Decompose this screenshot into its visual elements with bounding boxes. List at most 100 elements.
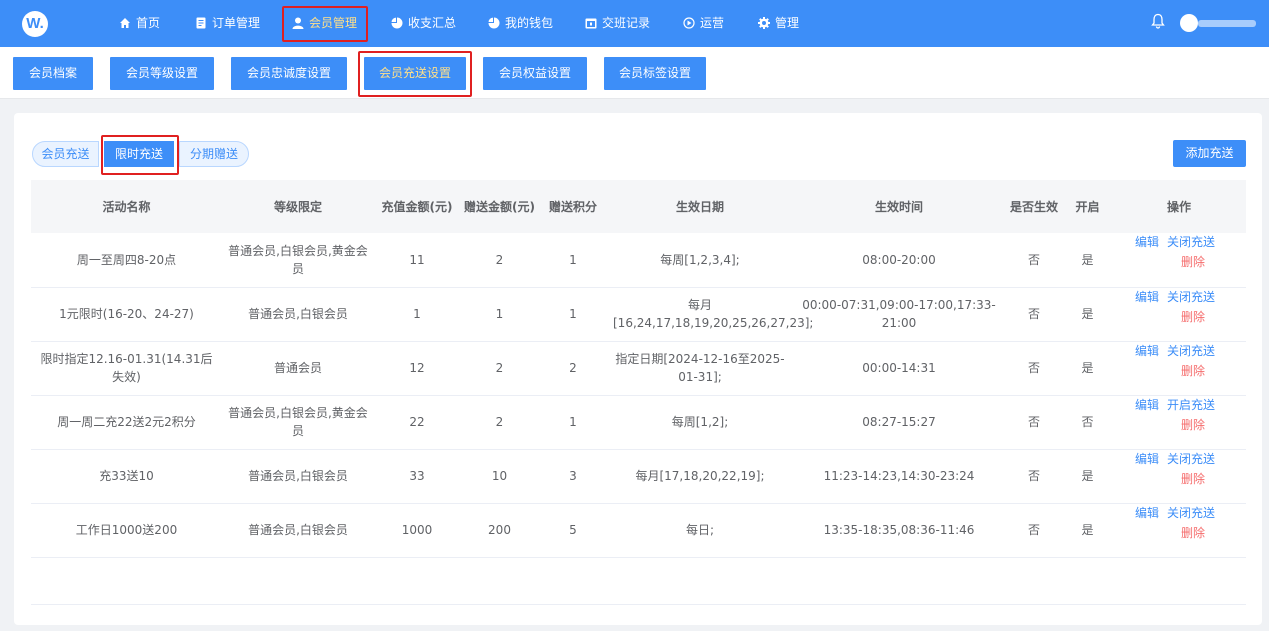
column-header: 开启 [1063,180,1112,233]
add-recharge-button[interactable]: 添加充送 [1173,140,1246,167]
toggle-recharge-link[interactable]: 关闭充送 [1167,233,1215,251]
cell-actions: 编辑 关闭充送 删除 [1112,287,1246,342]
nav-item-finance-summary[interactable]: 收支汇总 [391,8,456,38]
edit-link[interactable]: 编辑 [1135,504,1159,522]
table-row: 充33送10 普通会员,白银会员 33 10 3 每月[17,18,20,22,… [31,449,1246,504]
app-logo[interactable]: W. [22,11,48,37]
cell-is-effective: 否 [1005,233,1063,288]
column-header: 赠送积分 [539,180,607,233]
delete-link[interactable]: 删除 [1154,362,1232,380]
calendar-icon [585,18,597,29]
cell-is-effective: 否 [1005,395,1063,450]
edit-link[interactable]: 编辑 [1135,288,1159,306]
avatar[interactable] [1180,14,1198,32]
cell-enabled: 是 [1063,449,1112,504]
edit-link[interactable]: 编辑 [1135,342,1159,360]
pie-chart-icon [391,17,403,29]
tab-member-tags[interactable]: 会员标签设置 [604,57,706,90]
column-header: 操作 [1112,180,1246,233]
nav-item-label: 收支汇总 [408,16,457,30]
cell-level: 普通会员,白银会员 [222,449,374,504]
edit-link[interactable]: 编辑 [1135,450,1159,468]
gear-icon [758,17,770,29]
bell-icon[interactable] [1151,13,1165,29]
cell-gift-points: 3 [539,449,607,504]
toggle-recharge-link[interactable]: 关闭充送 [1167,450,1215,468]
cell-level: 普通会员,白银会员,黄金会员 [222,395,374,450]
cell-activity-name: 1元限时(16-20、24-27) [31,287,222,342]
column-header: 是否生效 [1005,180,1063,233]
delete-link[interactable]: 删除 [1154,308,1232,326]
segment-installment-gift[interactable]: 分期赠送 [179,141,249,167]
nav-item-orders[interactable]: 订单管理 [195,8,260,38]
delete-link[interactable]: 删除 [1154,470,1232,488]
toggle-recharge-link[interactable]: 开启充送 [1167,396,1215,414]
cell-effective-date: 每周[1,2,3,4]; [607,233,793,288]
wallet-icon [488,17,500,29]
cell-gift-amount: 2 [460,341,539,396]
cell-level: 普通会员,白银会员,黄金会员 [222,233,374,288]
edit-link[interactable]: 编辑 [1135,396,1159,414]
highlight-box-subtab [358,51,472,97]
cell-gift-amount: 2 [460,233,539,288]
table-row: 1元限时(16-20、24-27) 普通会员,白银会员 1 1 1 每月[16,… [31,287,1246,342]
toggle-recharge-link[interactable]: 关闭充送 [1167,504,1215,522]
nav-item-operations[interactable]: 运营 [683,8,724,38]
cell-level: 普通会员,白银会员 [222,287,374,342]
cell-enabled: 是 [1063,503,1112,558]
cell-effective-date: 每周[1,2]; [607,395,793,450]
toggle-recharge-link[interactable]: 关闭充送 [1167,342,1215,360]
cell-gift-points: 1 [539,287,607,342]
delete-link[interactable]: 删除 [1154,416,1232,434]
column-header: 生效时间 [793,180,1005,233]
cell-actions: 编辑 关闭充送 删除 [1112,449,1246,504]
segment-member-recharge[interactable]: 会员充送 [32,141,99,167]
nav-item-home[interactable]: 首页 [119,8,160,38]
tab-member-loyalty[interactable]: 会员忠诚度设置 [231,57,347,90]
cell-gift-points: 1 [539,395,607,450]
toggle-recharge-link[interactable]: 关闭充送 [1167,288,1215,306]
cell-effective-date: 每月[17,18,20,22,19]; [607,449,793,504]
column-header: 充值金额(元) [374,180,460,233]
cell-effective-time: 13:35-18:35,08:36-11:46 [793,503,1005,558]
tab-member-profile[interactable]: 会员档案 [13,57,93,90]
column-header: 赠送金额(元) [460,180,539,233]
table-header-row: 活动名称 等级限定 充值金额(元) 赠送金额(元) 赠送积分 生效日期 生效时间… [31,180,1246,233]
cell-enabled: 是 [1063,233,1112,288]
edit-link[interactable]: 编辑 [1135,233,1159,251]
tab-member-level[interactable]: 会员等级设置 [110,57,214,90]
nav-item-management[interactable]: 管理 [758,8,799,38]
cell-effective-time: 00:00-07:31,09:00-17:00,17:33-21:00 [793,287,1005,342]
nav-item-label: 交班记录 [602,16,651,30]
cell-recharge-amount: 12 [374,341,460,396]
nav-item-wallet[interactable]: 我的钱包 [488,8,553,38]
table-row: 限时指定12.16-01.31(14.31后失效) 普通会员 12 2 2 指定… [31,341,1246,396]
cell-activity-name: 工作日1000送200 [31,503,222,558]
table-footer-divider [31,604,1246,605]
compass-icon [683,17,695,29]
cell-recharge-amount: 1 [374,287,460,342]
cell-gift-amount: 10 [460,449,539,504]
cell-recharge-amount: 22 [374,395,460,450]
cell-is-effective: 否 [1005,341,1063,396]
cell-recharge-amount: 33 [374,449,460,504]
cell-actions: 编辑 关闭充送 删除 [1112,503,1246,558]
cell-recharge-amount: 1000 [374,503,460,558]
cell-enabled: 否 [1063,395,1112,450]
cell-recharge-amount: 11 [374,233,460,288]
tab-member-benefits[interactable]: 会员权益设置 [483,57,587,90]
delete-link[interactable]: 删除 [1154,253,1232,271]
nav-item-label: 首页 [136,16,161,30]
cell-actions: 编辑 关闭充送 删除 [1112,233,1246,288]
cell-actions: 编辑 开启充送 删除 [1112,395,1246,450]
top-nav-bar: W. 首页 订单管理 会员管理 收支汇总 我的钱包 交班记录 运营 管理 [0,0,1269,47]
username-redacted[interactable] [1198,20,1256,27]
delete-link[interactable]: 删除 [1154,524,1232,542]
cell-effective-date: 指定日期[2024-12-16至2025-01-31]; [607,341,793,396]
cell-gift-amount: 1 [460,287,539,342]
cell-enabled: 是 [1063,287,1112,342]
table-row: 工作日1000送200 普通会员,白银会员 1000 200 5 每日; 13:… [31,503,1246,558]
cell-is-effective: 否 [1005,287,1063,342]
nav-item-label: 订单管理 [212,16,261,30]
nav-item-shift-records[interactable]: 交班记录 [585,8,650,38]
